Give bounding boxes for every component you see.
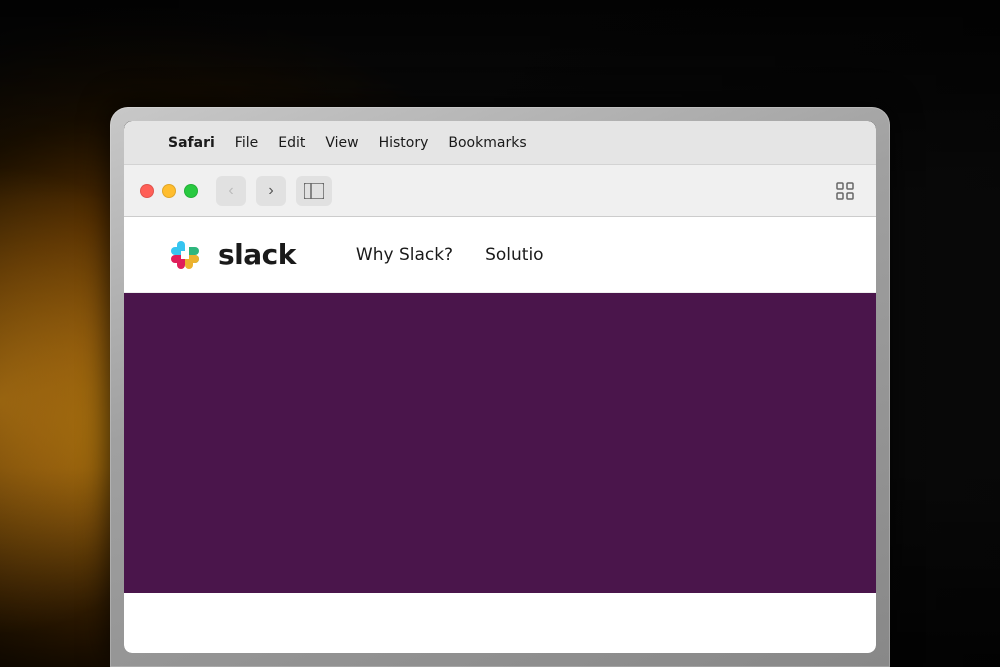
traffic-lights bbox=[140, 184, 198, 198]
fullscreen-button[interactable] bbox=[184, 184, 198, 198]
chevron-right-icon: › bbox=[268, 182, 273, 200]
browser-body: slack Why Slack? Solutio bbox=[124, 217, 876, 653]
menu-safari[interactable]: Safari bbox=[158, 131, 225, 155]
slack-logo-text: slack bbox=[218, 238, 296, 271]
slack-logo: slack bbox=[164, 234, 296, 276]
tabs-grid-button[interactable] bbox=[830, 176, 860, 206]
slack-white-section bbox=[124, 593, 876, 653]
menu-bookmarks[interactable]: Bookmarks bbox=[438, 131, 536, 155]
slack-nav-links: Why Slack? Solutio bbox=[356, 245, 544, 265]
chevron-left-icon: ‹ bbox=[228, 182, 233, 200]
sidebar-toggle-button[interactable] bbox=[296, 176, 332, 206]
menu-file[interactable]: File bbox=[225, 131, 268, 155]
grid-icon bbox=[836, 182, 854, 200]
menu-view[interactable]: View bbox=[315, 131, 368, 155]
forward-button[interactable]: › bbox=[256, 176, 286, 206]
screen-area: Safari File Edit View History Bookmarks bbox=[124, 121, 876, 653]
sidebar-icon bbox=[304, 183, 324, 199]
back-button[interactable]: ‹ bbox=[216, 176, 246, 206]
minimize-button[interactable] bbox=[162, 184, 176, 198]
slack-navbar: slack Why Slack? Solutio bbox=[124, 217, 876, 293]
screen-display: Safari File Edit View History Bookmarks bbox=[124, 121, 876, 653]
menu-history[interactable]: History bbox=[369, 131, 439, 155]
macos-menubar: Safari File Edit View History Bookmarks bbox=[124, 121, 876, 165]
slack-logo-icon bbox=[164, 234, 206, 276]
safari-toolbar: ‹ › bbox=[124, 165, 876, 217]
nav-link-why-slack[interactable]: Why Slack? bbox=[356, 245, 453, 265]
close-button[interactable] bbox=[140, 184, 154, 198]
nav-link-solutions[interactable]: Solutio bbox=[485, 245, 543, 265]
laptop-bezel: Safari File Edit View History Bookmarks bbox=[110, 107, 890, 667]
scene: Safari File Edit View History Bookmarks bbox=[0, 0, 1000, 667]
slack-hero-section bbox=[124, 293, 876, 593]
menu-edit[interactable]: Edit bbox=[268, 131, 315, 155]
